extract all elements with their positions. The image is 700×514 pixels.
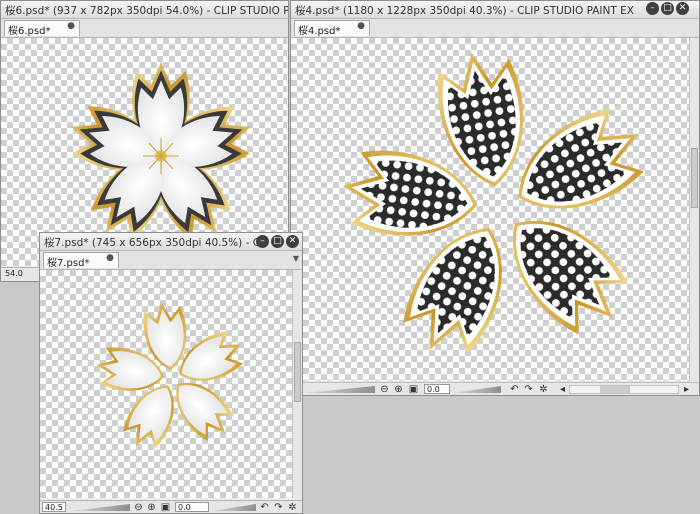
sakura4-title: 桜4.psd* (1180 x 1228px 350dpi 40.3%) - C…	[295, 5, 634, 17]
sakura4-status-bar: 3 ⊖ ⊕ ▣ 0.0 ↶ ↷ ✲ ◂ ▸	[291, 382, 699, 395]
sakura4-horizontal-scrollbar[interactable]	[569, 385, 679, 394]
sakura7-canvas[interactable]	[40, 270, 292, 498]
hscroll-right-arrow-icon[interactable]: ▸	[681, 384, 692, 395]
reset-rotation-icon[interactable]: ✲	[538, 384, 549, 395]
tab-sakura7[interactable]: 桜7.psd* ●	[43, 252, 119, 269]
maximize-icon[interactable]: □	[661, 2, 674, 15]
sakura4-hscroll-thumb[interactable]	[600, 386, 630, 393]
zoom-in-icon[interactable]: ⊕	[146, 502, 157, 513]
sakura7-title-bar[interactable]: 桜7.psd* (745 x 656px 350dpi 40.5%) - CL …	[40, 233, 302, 251]
minimize-icon[interactable]: –	[646, 2, 659, 15]
maximize-icon[interactable]: □	[271, 235, 284, 248]
reset-rotation-icon[interactable]: ✲	[287, 502, 298, 513]
sakura4-tab-bar: 桜4.psd* ●	[291, 19, 699, 38]
fit-view-icon[interactable]: ▣	[160, 502, 171, 513]
sakura7-zoom-slider[interactable]	[70, 504, 130, 511]
sakura7-zoom-field[interactable]: 40.5	[42, 502, 66, 512]
sakura4-zoom-slider[interactable]	[305, 386, 375, 393]
sakura6-zoom-field[interactable]: 54.0	[3, 269, 29, 279]
sakura7-window-controls: – □ ✕	[256, 235, 299, 248]
sakura6-flower	[62, 61, 260, 250]
sakura4-window-controls: – □ ✕	[646, 2, 689, 15]
sakura6-title: 桜6.psd* (937 x 782px 350dpi 54.0%) - CLI…	[5, 5, 289, 17]
sakura4-scroll-thumb[interactable]	[691, 148, 698, 208]
sakura4-petals	[336, 45, 659, 369]
sakura4-angle-field[interactable]: 0.0	[424, 384, 450, 394]
tab-sakura6[interactable]: 桜6.psd* ●	[4, 20, 80, 37]
sakura4-canvas[interactable]	[291, 38, 689, 381]
sakura4-artwork	[336, 45, 659, 369]
sakura7-vertical-scrollbar[interactable]	[292, 270, 302, 498]
zoom-out-icon[interactable]: ⊖	[379, 384, 390, 395]
sakura7-status-bar: 40.5 ⊖ ⊕ ▣ 0.0 ↶ ↷ ✲	[40, 500, 302, 513]
sakura7-document-window[interactable]: 桜7.psd* (745 x 656px 350dpi 40.5%) - CL …	[39, 232, 303, 514]
sakura7-title: 桜7.psd* (745 x 656px 350dpi 40.5%) - CL	[44, 237, 266, 249]
rotate-right-icon[interactable]: ↷	[273, 502, 284, 513]
sakura4-title-bar[interactable]: 桜4.psd* (1180 x 1228px 350dpi 40.3%) - C…	[291, 1, 699, 19]
zoom-out-icon[interactable]: ⊖	[133, 502, 144, 513]
sakura6-title-bar[interactable]: 桜6.psd* (937 x 782px 350dpi 54.0%) - CLI…	[1, 1, 288, 19]
tab-close-icon[interactable]: ●	[357, 21, 365, 31]
minimize-icon[interactable]: –	[256, 235, 269, 248]
close-icon[interactable]: ✕	[286, 235, 299, 248]
sakura7-tab-bar: 桜7.psd* ● ▼	[40, 251, 302, 270]
close-icon[interactable]: ✕	[676, 2, 689, 15]
tab-sakura7-label: 桜7.psd*	[47, 258, 90, 269]
sakura7-artwork	[92, 298, 251, 456]
rotate-left-icon[interactable]: ↶	[259, 502, 270, 513]
sakura7-flower	[92, 298, 251, 456]
sakura6-tab-bar: 桜6.psd* ●	[1, 19, 288, 38]
zoom-in-icon[interactable]: ⊕	[393, 384, 404, 395]
sakura4-vertical-scrollbar[interactable]	[689, 38, 699, 381]
sakura4-document-window[interactable]: 桜4.psd* (1180 x 1228px 350dpi 40.3%) - C…	[290, 0, 700, 396]
sakura7-rotation-slider[interactable]	[212, 504, 256, 511]
tab-close-icon[interactable]: ●	[67, 21, 75, 31]
rotate-left-icon[interactable]: ↶	[509, 384, 520, 395]
hscroll-left-arrow-icon[interactable]: ◂	[557, 384, 568, 395]
tab-sakura6-label: 桜6.psd*	[8, 26, 51, 37]
sakura4-flower	[336, 45, 659, 369]
tab-close-icon[interactable]: ●	[106, 253, 114, 263]
sakura7-scroll-thumb[interactable]	[294, 342, 301, 402]
rotate-right-icon[interactable]: ↷	[523, 384, 534, 395]
tab-menu-arrow-icon[interactable]: ▼	[293, 254, 299, 263]
tab-sakura4[interactable]: 桜4.psd* ●	[294, 20, 370, 37]
sakura4-rotation-slider[interactable]	[453, 386, 501, 393]
fit-view-icon[interactable]: ▣	[408, 384, 419, 395]
sakura7-angle-field[interactable]: 0.0	[175, 502, 209, 512]
tab-sakura4-label: 桜4.psd*	[298, 26, 341, 37]
